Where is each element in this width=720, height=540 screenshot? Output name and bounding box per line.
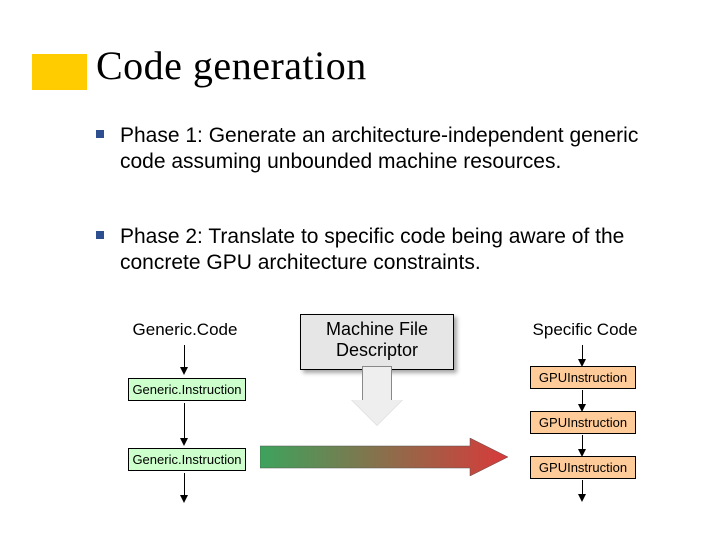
specific-code-label: Specific Code: [520, 320, 650, 340]
gpu-instruction-box: GPUInstruction: [530, 411, 636, 434]
block-arrow-right-icon: [260, 438, 508, 476]
block-arrow-down-icon: [352, 366, 402, 428]
title-accent-block: [32, 54, 87, 90]
bullet-square-icon: [96, 130, 104, 138]
gpu-instruction-box: GPUInstruction: [530, 456, 636, 479]
generic-code-label: Generic.Code: [120, 320, 250, 340]
bullet-phase-1: Phase 1: Generate an architecture-indepe…: [120, 123, 670, 176]
bullet-phase-2: Phase 2: Translate to specific code bein…: [120, 224, 670, 277]
gpu-instruction-box: GPUInstruction: [530, 366, 636, 389]
machine-file-descriptor-box: Machine File Descriptor: [300, 314, 454, 370]
diagram-area: Generic.Code Specific Code Machine File …: [0, 320, 720, 540]
bullet-text: Phase 2: Translate to specific code bein…: [120, 225, 624, 274]
bullet-text: Phase 1: Generate an architecture-indepe…: [120, 124, 638, 173]
generic-instruction-box: Generic.Instruction: [128, 448, 246, 471]
bullet-square-icon: [96, 231, 104, 239]
slide-title: Code generation: [96, 42, 367, 89]
generic-instruction-box: Generic.Instruction: [128, 378, 246, 401]
